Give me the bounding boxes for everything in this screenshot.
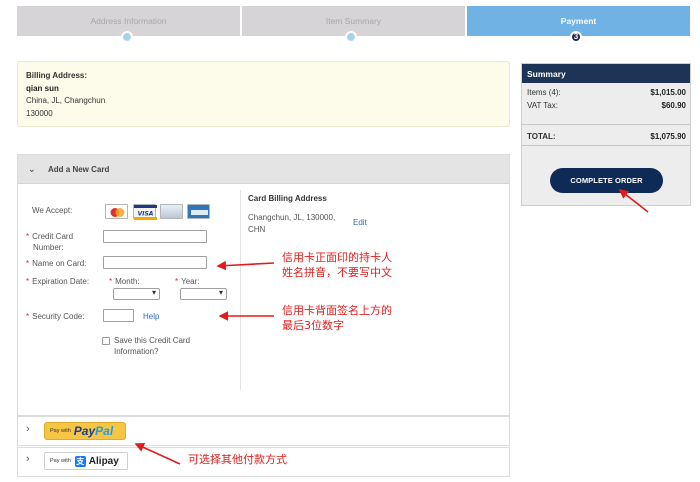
save-card-label: Save this Credit Card [114, 336, 191, 345]
step-label: Address Information [90, 16, 167, 26]
step-label: Payment [560, 16, 597, 26]
edit-link[interactable]: Edit [353, 217, 367, 228]
summary-divider [522, 124, 690, 125]
vat-value: $60.90 [661, 101, 686, 110]
annotation-code-line2: 最后3位数字 [282, 319, 344, 332]
mastercard-icon [105, 204, 128, 219]
paypal-small-text: Pay with [50, 428, 71, 434]
card-billing-address-title: Card Billing Address [248, 194, 327, 203]
annotation-name-line1: 信用卡正面印的持卡人 [282, 251, 392, 264]
alipay-small-text: Pay with [50, 458, 71, 464]
form-divider [240, 190, 241, 390]
label-text: Credit Card [32, 232, 74, 241]
month-select[interactable] [113, 288, 160, 300]
required-icon: * [26, 277, 30, 286]
credit-card-number-label-2: Number: [33, 243, 64, 252]
step-dot-icon [121, 31, 133, 43]
total-label: TOTAL: [527, 132, 556, 141]
alipay-brand: Alipay [88, 455, 119, 467]
diners-icon [160, 204, 183, 219]
total-value: $1,075.90 [650, 132, 686, 141]
visa-icon: VISA [133, 204, 157, 220]
add-card-title: Add a New Card [48, 164, 110, 174]
credit-card-number-input[interactable] [103, 230, 207, 243]
chevron-right-icon: › [26, 453, 30, 465]
add-card-header[interactable]: ⌄ Add a New Card [18, 155, 509, 184]
summary-divider [522, 145, 690, 146]
step-number-badge: 3 [570, 31, 582, 43]
card-billing-address-line2: CHN [248, 225, 266, 234]
items-value: $1,015.00 [650, 88, 686, 97]
name-on-card-label: * Name on Card: [26, 258, 86, 269]
we-accept-label: We Accept: [32, 206, 73, 215]
required-icon: * [26, 259, 30, 268]
chevron-down-icon: ⌄ [28, 163, 36, 174]
year-label: * Year: [175, 276, 200, 287]
security-code-label: * Security Code: [26, 311, 85, 322]
label-text: Security Code: [32, 312, 85, 321]
step-label: Item Summary [325, 16, 382, 26]
alipay-button[interactable]: Pay with 支 Alipay [44, 452, 128, 470]
help-link[interactable]: Help [143, 311, 159, 322]
name-on-card-input[interactable] [103, 256, 207, 269]
required-icon: * [175, 277, 179, 286]
annotation-code-line1: 信用卡背面签名上方的 [282, 304, 392, 317]
paypal-logo: PayPal [74, 424, 113, 438]
save-card-label-2: Information? [114, 347, 159, 356]
year-select[interactable] [180, 288, 227, 300]
credit-card-number-label: * Credit Card [26, 231, 73, 242]
billing-address-box: Billing Address: qian sun China, JL, Cha… [17, 61, 510, 127]
label-text: Year: [181, 277, 200, 286]
billing-name: qian sun [26, 83, 59, 93]
alipay-icon: 支 [74, 455, 86, 467]
required-icon: * [109, 277, 113, 286]
annotation-name-line2: 姓名拼音，不要写中文 [282, 266, 392, 279]
annotation-other-payment: 可选择其他付款方式 [188, 453, 287, 466]
complete-order-button[interactable]: COMPLETE ORDER [550, 168, 663, 193]
amex-icon [187, 204, 210, 219]
security-code-input[interactable] [103, 309, 134, 322]
vat-label: VAT Tax: [527, 101, 558, 110]
chevron-right-icon: › [26, 423, 30, 435]
paypal-brand-b: Pal [95, 424, 114, 438]
billing-line2: 130000 [26, 108, 53, 118]
items-label: Items (4): [527, 88, 561, 97]
save-card-checkbox[interactable] [102, 337, 110, 345]
svg-text:VISA: VISA [138, 211, 154, 218]
summary-total-row: TOTAL: $1,075.90 [527, 132, 686, 141]
billing-line1: China, JL, Changchun [26, 96, 106, 105]
summary-items-row: Items (4): $1,015.00 [527, 88, 686, 97]
required-icon: * [26, 232, 30, 241]
summary-vat-row: VAT Tax: $60.90 [527, 101, 686, 110]
required-icon: * [26, 312, 30, 321]
expiration-date-label: * Expiration Date: [26, 276, 89, 287]
summary-title: Summary [522, 64, 690, 83]
label-text: Name on Card: [32, 259, 87, 268]
card-billing-address-line1: Changchun, JL, 130000, [248, 213, 336, 222]
label-text: Month: [115, 277, 140, 286]
billing-address-label: Billing Address: [26, 71, 88, 80]
month-label: * Month: [109, 276, 140, 287]
paypal-button[interactable]: Pay with PayPal [44, 422, 126, 440]
paypal-brand-a: Pay [73, 424, 96, 438]
label-text: Expiration Date: [32, 277, 90, 286]
step-dot-icon [345, 31, 357, 43]
